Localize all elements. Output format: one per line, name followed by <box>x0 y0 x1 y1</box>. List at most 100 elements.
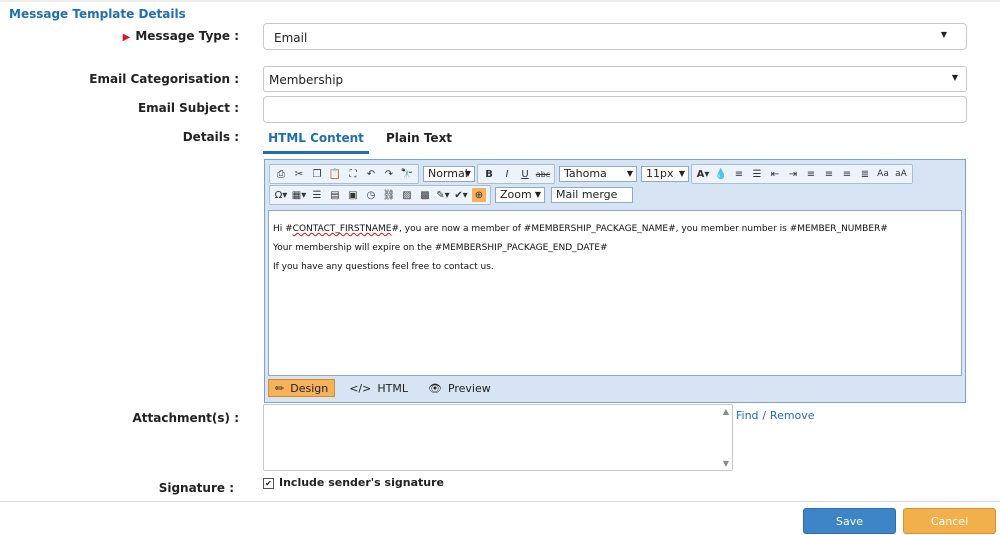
editor-mode-bar: ✏ Design </> HTML 👁 Preview <box>268 379 505 397</box>
mode-html-label: HTML <box>377 381 408 395</box>
message-type-select[interactable]: Email ▼ <box>263 23 967 50</box>
editor-line-3: If you have any questions feel free to c… <box>273 262 494 272</box>
calendar-icon[interactable]: ▣ <box>346 188 360 202</box>
remove-link[interactable]: Remove <box>770 409 815 422</box>
email-categorisation-select[interactable]: Membership ▼ <box>263 66 967 92</box>
copy-icon[interactable]: ❐ <box>310 167 324 181</box>
redo-icon[interactable]: ↷ <box>382 167 396 181</box>
pencil-icon: ✏ <box>275 381 285 395</box>
text-color-icon[interactable]: A▾ <box>696 167 710 181</box>
mail-merge-select[interactable]: Mail merge ... <box>551 187 633 215</box>
print-icon[interactable]: ⎙ <box>274 167 288 181</box>
attachments-label: Attachment(s) : <box>132 411 239 425</box>
code-icon: </> <box>349 381 372 395</box>
mode-design-label: Design <box>290 381 329 395</box>
zoom-icon[interactable]: ⊕ <box>472 188 486 202</box>
find-link[interactable]: Find <box>736 409 759 422</box>
top-border <box>0 0 1000 2</box>
message-type-label: ▶ Message Type : <box>9 29 239 43</box>
highlight-color-icon[interactable]: 💧 <box>714 167 728 181</box>
email-categorisation-label: Email Categorisation : <box>89 72 239 86</box>
mode-preview-label: Preview <box>447 381 491 395</box>
tab-html-content[interactable]: HTML Content <box>263 125 369 154</box>
signature-checkbox[interactable]: ✔ <box>263 477 274 489</box>
paragraph-format-select[interactable]: Normal ▼ <box>423 166 475 182</box>
editor-line-2: Your membership will expire on the #MEMB… <box>273 243 608 253</box>
table-icon[interactable]: ▦▾ <box>292 188 306 202</box>
spell-check-icon[interactable]: ✔▾ <box>454 188 468 202</box>
align-center-icon[interactable]: ≡ <box>822 167 836 181</box>
format-painter-icon[interactable]: ✎▾ <box>436 188 450 202</box>
font-size-select[interactable]: 11px ▼ <box>641 166 689 182</box>
strikethrough-icon[interactable]: abc <box>536 167 550 181</box>
scroll-down-icon[interactable]: ▼ <box>723 459 729 468</box>
cancel-button[interactable]: Cancel <box>903 508 996 534</box>
editor-content-area[interactable]: Hi #CONTACT_FIRSTNAME#, you are now a me… <box>268 210 962 376</box>
outdent-icon[interactable]: ⇤ <box>768 167 782 181</box>
special-character-icon[interactable]: Ω▾ <box>274 188 288 202</box>
chevron-down-icon: ▼ <box>940 30 947 39</box>
content-tabs: HTML Content Plain Text Content <box>263 125 503 171</box>
editor-text: Hi # <box>273 224 293 234</box>
font-family-value: Tahoma <box>564 167 607 180</box>
bold-icon[interactable]: B <box>482 167 496 181</box>
toolbar-group-clipboard: ⎙ ✂ ❐ 📋 ⛶ ↶ ↷ 🔭 <box>269 164 419 184</box>
align-justify-icon[interactable]: ≣ <box>858 167 872 181</box>
mode-html[interactable]: </> HTML <box>343 380 414 396</box>
font-family-select[interactable]: Tahoma ▼ <box>559 166 637 182</box>
attachment-actions: Find / Remove <box>736 408 815 422</box>
rich-text-editor: ⎙ ✂ ❐ 📋 ⛶ ↶ ↷ 🔭 Normal ▼ B I U abc Tahoma… <box>264 159 966 403</box>
image-manager-icon[interactable]: ▩ <box>418 188 432 202</box>
save-button[interactable]: Save <box>803 508 896 534</box>
message-type-label-text: Message Type : <box>135 29 239 43</box>
signature-option: ✔ Include sender's signature <box>263 476 444 489</box>
eye-icon: 👁 <box>427 381 442 395</box>
align-right-icon[interactable]: ≡ <box>840 167 854 181</box>
zoom-value: Zoom <box>500 188 532 201</box>
uppercase-icon[interactable]: Aa <box>876 167 890 181</box>
image-icon[interactable]: ▨ <box>400 188 414 202</box>
document-icon[interactable]: ▤ <box>328 188 342 202</box>
details-label: Details : <box>182 130 239 144</box>
chevron-down-icon: ▼ <box>534 190 541 199</box>
toolbar-group-insert: Ω▾ ▦▾ ☰ ▤ ▣ ◷ ⛓ ▨ ▩ ✎▾ ✔▾ ⊕ <box>269 185 491 205</box>
find-icon[interactable]: 🔭 <box>400 167 414 181</box>
toolbar-group-text-style: B I U abc <box>477 164 555 184</box>
required-marker-icon: ▶ <box>122 32 131 43</box>
chevron-down-icon: ▼ <box>951 73 958 82</box>
undo-icon[interactable]: ↶ <box>364 167 378 181</box>
chevron-down-icon: ▼ <box>678 169 685 178</box>
italic-icon[interactable]: I <box>500 167 514 181</box>
email-categorisation-value: Membership <box>269 73 344 87</box>
scroll-up-icon[interactable]: ▲ <box>723 407 729 416</box>
editor-line-1: Hi #CONTACT_FIRSTNAME#, you are now a me… <box>273 224 888 234</box>
email-subject-label: Email Subject : <box>137 101 239 115</box>
signature-checkbox-label: Include sender's signature <box>279 476 444 489</box>
indent-icon[interactable]: ⇥ <box>786 167 800 181</box>
message-type-value: Email <box>274 31 308 45</box>
misspelled-word: CONTACT_FIRSTNAME <box>292 224 392 234</box>
unordered-list-icon[interactable]: ☰ <box>750 167 764 181</box>
attachments-list[interactable]: ▲ ▼ <box>263 404 733 471</box>
mode-preview[interactable]: 👁 Preview <box>422 380 497 396</box>
link-separator: / <box>762 409 767 422</box>
fullscreen-icon[interactable]: ⛶ <box>346 167 360 181</box>
paste-icon[interactable]: 📋 <box>328 167 342 181</box>
underline-icon[interactable]: U <box>518 167 532 181</box>
email-subject-input[interactable] <box>263 96 967 123</box>
chevron-down-icon: ▼ <box>626 169 633 178</box>
zoom-select[interactable]: Zoom ▼ <box>495 187 545 203</box>
lowercase-icon[interactable]: aA <box>894 167 908 181</box>
align-left-icon[interactable]: ≡ <box>804 167 818 181</box>
ordered-list-icon[interactable]: ≡ <box>732 167 746 181</box>
cut-icon[interactable]: ✂ <box>292 167 306 181</box>
toolbar-group-paragraph: A▾ 💧 ≡ ☰ ⇤ ⇥ ≡ ≡ ≡ ≣ Aa aA <box>691 164 913 184</box>
mode-design[interactable]: ✏ Design <box>268 379 336 397</box>
link-icon[interactable]: ⛓ <box>382 188 396 202</box>
signature-label: Signature : <box>158 481 234 495</box>
paragraph-icon[interactable]: ☰ <box>310 188 324 202</box>
clock-icon[interactable]: ◷ <box>364 188 378 202</box>
section-title: Message Template Details <box>9 7 186 21</box>
toolbar-row-2: Ω▾ ▦▾ ☰ ▤ ▣ ◷ ⛓ ▨ ▩ ✎▾ ✔▾ ⊕ Zoom ▼ Mail m… <box>269 185 635 215</box>
tab-plain-text-content[interactable]: Plain Text Content <box>386 125 503 171</box>
